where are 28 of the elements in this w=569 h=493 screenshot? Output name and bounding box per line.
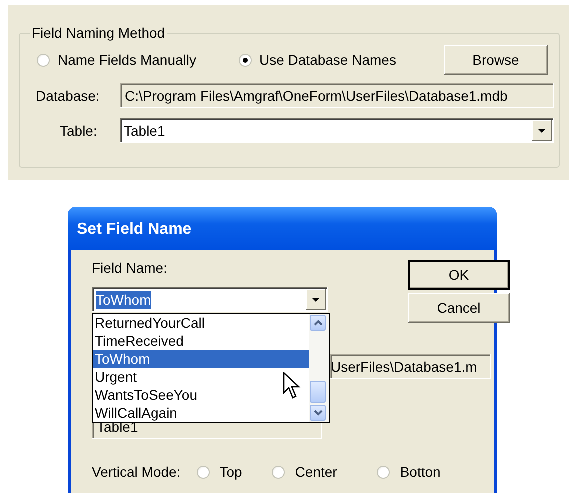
scroll-down-icon[interactable]	[310, 405, 326, 421]
database-path-field: UserFiles\Database1.m	[330, 354, 491, 379]
scroll-up-icon[interactable]	[310, 315, 326, 331]
list-item[interactable]: ReturnedYourCall	[93, 314, 309, 332]
scrollbar[interactable]	[309, 314, 329, 422]
browse-button[interactable]: Browse	[444, 45, 548, 75]
radio-option[interactable]: Top	[196, 464, 242, 480]
list-item[interactable]: TimeReceived	[93, 332, 309, 350]
field-value: ToWhom	[96, 290, 152, 308]
field-label: Database:	[36, 88, 101, 104]
list-item[interactable]: WantsToSeeYou	[93, 386, 309, 404]
list-item[interactable]: ToWhom	[93, 350, 309, 368]
radio-option[interactable]: Botton	[377, 464, 441, 480]
field-label: Field Name:	[92, 260, 168, 276]
dialog-button[interactable]: Cancel	[408, 293, 510, 323]
radio-option[interactable]: Use Database Names	[238, 52, 396, 68]
radio-option[interactable]: Name Fields Manually	[37, 52, 196, 68]
field-label: Vertical Mode:	[92, 464, 181, 480]
mouse-pointer-icon	[283, 372, 301, 400]
radio-option[interactable]: Center	[272, 464, 338, 480]
scroll-thumb[interactable]	[310, 381, 326, 403]
window-title: Set Field Name	[77, 220, 192, 238]
field-label: Table:	[60, 122, 98, 138]
dialog-button[interactable]: OK	[408, 260, 510, 290]
field-name-dropdown[interactable]: ToWhom	[92, 287, 328, 312]
database-path-field: C:\Program Files\Amgraf\OneForm\UserFiles\Database1.mdb	[120, 83, 554, 108]
list-item[interactable]: Urgent	[93, 368, 309, 386]
table-dropdown[interactable]: Table1	[120, 118, 554, 143]
